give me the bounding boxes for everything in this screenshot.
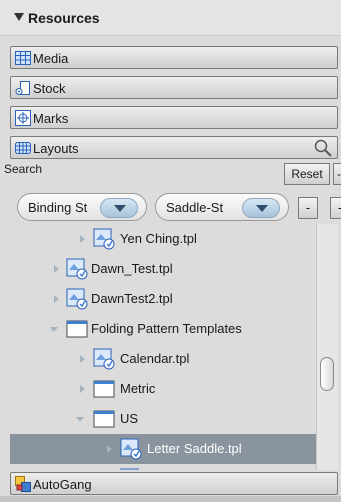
layouts-button[interactable]: Layouts bbox=[10, 136, 338, 159]
tree-row-folder[interactable]: Metric bbox=[10, 374, 316, 404]
panel-bottom-edge bbox=[0, 496, 341, 502]
folder-icon bbox=[93, 380, 115, 398]
layouts-label: Layouts bbox=[33, 141, 79, 156]
expand-arrow-icon[interactable] bbox=[54, 265, 59, 273]
template-file-icon bbox=[93, 348, 115, 370]
reset-minus-button[interactable]: - bbox=[333, 163, 341, 185]
tree-item-label: Yen Ching.tpl bbox=[120, 231, 197, 246]
filter-remove-button-2[interactable]: - bbox=[330, 197, 341, 219]
panel-title: Resources bbox=[28, 10, 100, 26]
tree-row-template-selected[interactable]: Letter Saddle.tpl bbox=[10, 434, 316, 464]
scrollbar-thumb[interactable] bbox=[320, 357, 334, 391]
search-label: Search bbox=[4, 162, 43, 176]
template-file-icon bbox=[120, 468, 139, 470]
tree-item-label: US bbox=[120, 411, 139, 426]
autogang-label: AutoGang bbox=[33, 477, 92, 492]
tree-row-template[interactable] bbox=[10, 464, 316, 470]
search-icon[interactable] bbox=[313, 138, 333, 158]
collapse-triangle-icon[interactable] bbox=[14, 13, 24, 21]
tree-row-template[interactable]: Yen Ching.tpl bbox=[10, 224, 316, 254]
media-button[interactable]: Media bbox=[10, 46, 338, 69]
tree-item-label: Letter Saddle.tpl bbox=[147, 441, 242, 456]
expand-arrow-icon[interactable] bbox=[80, 235, 85, 243]
marks-button[interactable]: Marks bbox=[10, 106, 338, 129]
collapse-arrow-icon[interactable] bbox=[76, 417, 84, 422]
registration-mark-icon bbox=[15, 110, 31, 126]
tree-scrollbar[interactable] bbox=[316, 224, 338, 470]
tree-item-label: DawnTest2.tpl bbox=[91, 291, 173, 306]
template-file-icon bbox=[93, 228, 115, 250]
binding-style-dropdown[interactable]: Binding St bbox=[17, 193, 147, 221]
tree-item-label: Folding Pattern Templates bbox=[91, 321, 242, 336]
stock-label: Stock bbox=[33, 81, 66, 96]
layouts-tree[interactable]: Yen Ching.tpl Dawn_Test.tpl DawnTest2.tp… bbox=[10, 224, 316, 470]
stock-button[interactable]: Stock bbox=[10, 76, 338, 99]
folder-icon bbox=[66, 320, 88, 338]
chevron-down-icon[interactable] bbox=[100, 198, 138, 218]
resources-header[interactable]: Resources bbox=[0, 0, 341, 36]
tree-row-template[interactable]: Dawn_Test.tpl bbox=[10, 254, 316, 284]
expand-arrow-icon[interactable] bbox=[80, 385, 85, 393]
layout-grid-icon bbox=[15, 142, 31, 154]
tree-item-label: Metric bbox=[120, 381, 156, 396]
folder-icon bbox=[93, 410, 115, 428]
autogang-button[interactable]: AutoGang bbox=[10, 472, 338, 495]
chevron-down-icon[interactable] bbox=[242, 198, 280, 218]
expand-arrow-icon[interactable] bbox=[54, 295, 59, 303]
grid-icon bbox=[15, 51, 31, 65]
template-file-icon bbox=[66, 288, 88, 310]
reset-button[interactable]: Reset bbox=[284, 163, 330, 185]
expand-arrow-icon[interactable] bbox=[80, 355, 85, 363]
template-file-icon bbox=[120, 438, 142, 460]
tree-row-folder[interactable]: Folding Pattern Templates bbox=[10, 314, 316, 344]
autogang-icon bbox=[15, 476, 31, 492]
filter-remove-button[interactable]: - bbox=[298, 197, 318, 219]
tree-row-folder[interactable]: US bbox=[10, 404, 316, 434]
media-label: Media bbox=[33, 51, 69, 66]
tree-row-template[interactable]: DawnTest2.tpl bbox=[10, 284, 316, 314]
template-file-icon bbox=[66, 258, 88, 280]
tree-row-template[interactable]: Calendar.tpl bbox=[10, 344, 316, 374]
expand-arrow-icon[interactable] bbox=[107, 445, 112, 453]
tree-item-label: Calendar.tpl bbox=[120, 351, 190, 366]
saddle-stitch-value: Saddle-St bbox=[166, 200, 224, 215]
collapse-arrow-icon[interactable] bbox=[50, 327, 58, 332]
marks-label: Marks bbox=[33, 111, 69, 126]
saddle-stitch-dropdown[interactable]: Saddle-St bbox=[155, 193, 289, 221]
tree-item-label: Dawn_Test.tpl bbox=[91, 261, 173, 276]
paper-roll-icon bbox=[15, 81, 30, 95]
